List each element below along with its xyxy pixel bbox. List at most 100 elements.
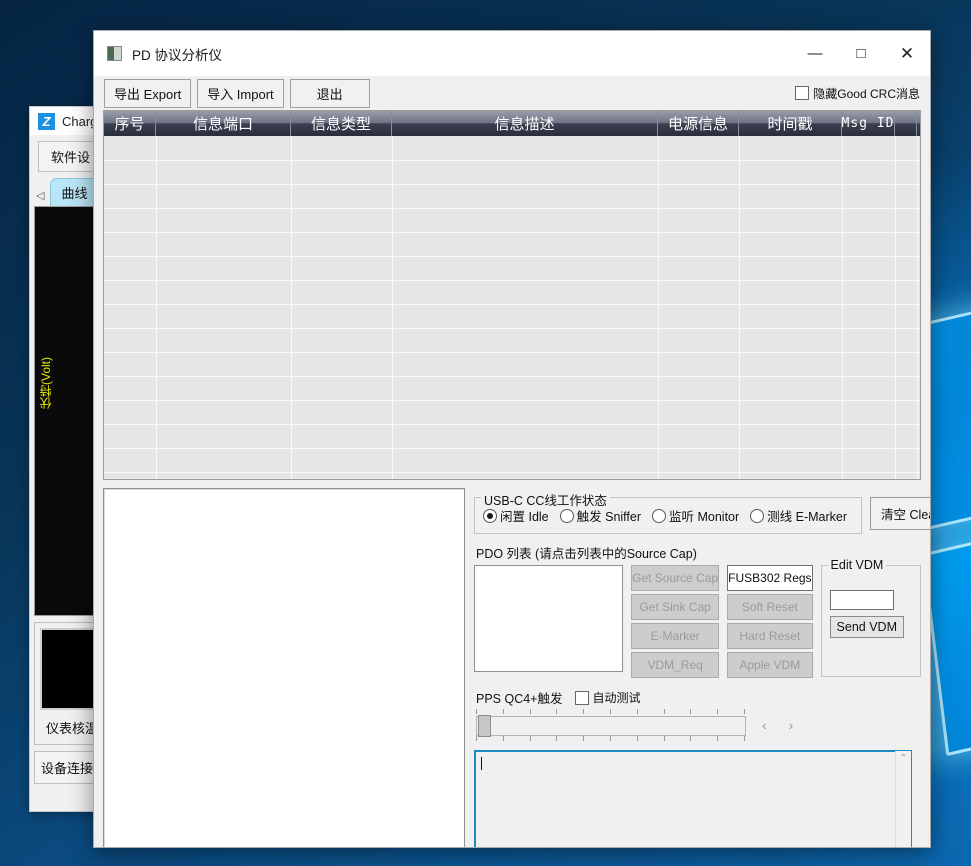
table-column-header[interactable]: 信息描述 [392, 111, 658, 136]
slider-tick [556, 709, 557, 714]
pd-window-titlebar[interactable]: PD 协议分析仪 — □ ✕ [94, 31, 930, 76]
table-row-line [104, 208, 920, 209]
edit-vdm-group: Edit VDM Send VDM [821, 565, 921, 677]
pd-window-title: PD 协议分析仪 [132, 44, 222, 64]
table-column-line [156, 136, 157, 479]
scroll-up-icon[interactable]: ⌃ [899, 753, 907, 764]
radio-icon [560, 509, 574, 523]
slider-tick [610, 736, 611, 741]
table-column-line [291, 136, 292, 479]
log-textarea[interactable]: ⌃ ⌄ [474, 750, 912, 848]
slider-thumb[interactable] [478, 715, 491, 737]
send-vdm-button[interactable]: Send VDM [830, 616, 904, 638]
pps-slider-row: ‹ › [476, 709, 921, 741]
cc-mode-label: 监听 Monitor [669, 506, 739, 525]
pdo-list[interactable] [474, 565, 623, 672]
tab-curve-view[interactable]: 曲线 [50, 178, 98, 206]
hide-good-crc-checkbox[interactable]: 隐藏Good CRC消息 [795, 85, 920, 102]
table-column-header[interactable] [895, 111, 917, 136]
table-row-line [104, 472, 920, 473]
pd-analyzer-window[interactable]: PD 协议分析仪 — □ ✕ 导出 Export 导入 Import 退出 隐藏… [93, 30, 931, 848]
table-row-line [104, 184, 920, 185]
table-row-line [104, 256, 920, 257]
slider-tick [503, 736, 504, 741]
table-column-header[interactable]: 时间戳 [739, 111, 842, 136]
cc-status-row: USB-C CC线工作状态 闲置 Idle触发 Sniffer监听 Monito… [474, 488, 921, 534]
cc-status-group-label: USB-C CC线工作状态 [481, 490, 610, 509]
lower-panels: USB-C CC线工作状态 闲置 Idle触发 Sniffer监听 Monito… [94, 480, 930, 848]
table-column-line [392, 136, 393, 479]
pd-toolbar: 导出 Export 导入 Import 退出 隐藏Good CRC消息 [94, 76, 930, 110]
table-header-row: 序号信息端口信息类型信息描述电源信息时间戳Msg ID [104, 111, 920, 136]
table-column-header[interactable]: 电源信息 [658, 111, 739, 136]
cc-mode-label: 测线 E-Marker [767, 506, 847, 525]
tab-scroll-left-icon[interactable]: ◁ [36, 189, 48, 206]
slider-tick [664, 709, 665, 714]
window-controls: — □ ✕ [792, 31, 930, 76]
table-column-header[interactable]: Msg ID [842, 111, 895, 136]
slider-tick [744, 709, 745, 714]
pdo-button-soft-reset: Soft Reset [727, 594, 812, 620]
message-table[interactable]: 序号信息端口信息类型信息描述电源信息时间戳Msg ID [103, 110, 921, 480]
cc-mode-radio-2[interactable]: 监听 Monitor [652, 506, 739, 525]
table-body[interactable] [104, 136, 920, 479]
import-button[interactable]: 导入 Import [197, 79, 283, 108]
cc-status-group: USB-C CC线工作状态 闲置 Idle触发 Sniffer监听 Monito… [474, 497, 862, 534]
slider-tick [530, 709, 531, 714]
slider-tick [744, 736, 745, 741]
slider-tick [503, 709, 504, 714]
edit-vdm-group-label: Edit VDM [828, 558, 887, 572]
log-scrollbar[interactable]: ⌃ ⌄ [895, 751, 911, 848]
slider-track[interactable] [476, 716, 746, 736]
pd-app-icon [107, 46, 122, 61]
checkbox-icon [575, 691, 589, 705]
slider-tick [556, 736, 557, 741]
table-row-line [104, 400, 920, 401]
table-column-line [917, 136, 918, 479]
slider-ticks-top [476, 709, 746, 714]
maximize-button[interactable]: □ [838, 31, 884, 76]
pdo-row: Get Source CapGet Sink CapE-MarkerVDM_Re… [474, 565, 921, 678]
pps-slider[interactable] [476, 709, 746, 741]
exit-button[interactable]: 退出 [290, 79, 370, 108]
table-column-header[interactable]: 序号 [104, 111, 156, 136]
clear-button[interactable]: 清空 Clear [870, 497, 931, 530]
chart-y-axis-label: 伏特(Volt) [37, 357, 54, 409]
slider-tick [637, 736, 638, 741]
table-column-header[interactable]: 信息类型 [291, 111, 392, 136]
radio-icon [750, 509, 764, 523]
table-column-line [739, 136, 740, 479]
control-column: USB-C CC线工作状态 闲置 Idle触发 Sniffer监听 Monito… [474, 488, 921, 848]
minimize-button[interactable]: — [792, 31, 838, 76]
pdo-button-apple-vdm: Apple VDM [727, 652, 812, 678]
pdo-button-fusb302-regs[interactable]: FUSB302 Regs [727, 565, 812, 591]
close-button[interactable]: ✕ [884, 31, 930, 76]
table-column-header[interactable]: 信息端口 [156, 111, 291, 136]
detail-list-panel[interactable] [103, 488, 465, 848]
cc-mode-radio-3[interactable]: 测线 E-Marker [750, 506, 847, 525]
slider-tick [717, 736, 718, 741]
slider-tick [583, 709, 584, 714]
table-column-line [842, 136, 843, 479]
pps-row: PPS QC4+触发 自动测试 [476, 688, 921, 707]
table-row-line [104, 424, 920, 425]
slider-next-button[interactable]: › [783, 717, 800, 733]
pdo-button-get-source-cap: Get Source Cap [631, 565, 719, 591]
slider-tick [476, 709, 477, 714]
table-row-line [104, 304, 920, 305]
slider-tick [717, 709, 718, 714]
table-row-line [104, 376, 920, 377]
slider-tick [690, 736, 691, 741]
table-row-line [104, 160, 920, 161]
auto-test-checkbox[interactable]: 自动测试 [575, 689, 641, 706]
table-column-line [895, 136, 896, 479]
pdo-button-hard-reset: Hard Reset [727, 623, 812, 649]
pdo-button-get-sink-cap: Get Sink Cap [631, 594, 719, 620]
pdo-button-vdm-req: VDM_Req [631, 652, 719, 678]
radio-icon [652, 509, 666, 523]
slider-prev-button[interactable]: ‹ [756, 717, 773, 733]
vdm-input[interactable] [830, 590, 894, 610]
table-row-line [104, 448, 920, 449]
export-button[interactable]: 导出 Export [104, 79, 191, 108]
slider-tick [690, 709, 691, 714]
